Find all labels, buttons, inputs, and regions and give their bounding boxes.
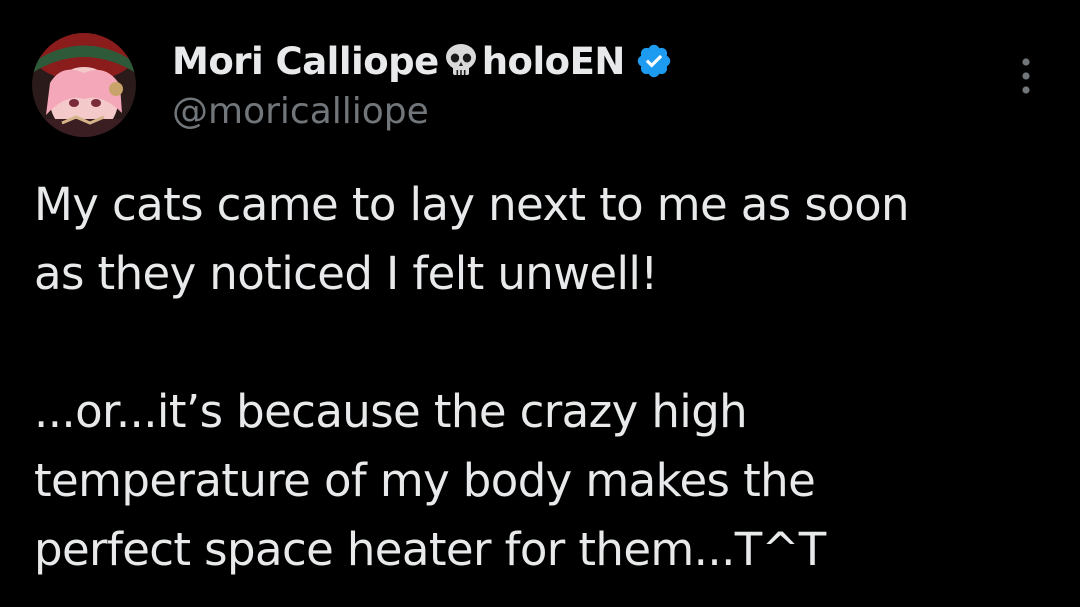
author-name-row: Mori Calliope holoEN xyxy=(172,34,1000,88)
tweet-text: My cats came to lay next to me as soon a… xyxy=(34,170,1044,584)
avatar[interactable] xyxy=(32,33,136,137)
tweet-card: Mori Calliope holoEN @moricalliope My ca… xyxy=(0,0,1080,607)
author-handle[interactable]: @moricalliope xyxy=(172,90,1000,134)
paragraph-break xyxy=(34,308,1044,377)
tweet-text-line: ...or...it’s because the crazy high xyxy=(34,385,748,438)
tweet-header: Mori Calliope holoEN @moricalliope xyxy=(172,34,1000,134)
author-display-name[interactable]: Mori Calliope xyxy=(172,40,439,83)
tweet-text-line: My cats came to lay next to me as soon xyxy=(34,178,910,231)
avatar-image xyxy=(32,33,136,137)
tweet-text-line: perfect space heater for them...T^T xyxy=(34,523,826,576)
tweet-text-line: as they noticed I felt unwell! xyxy=(34,247,658,300)
more-vertical-icon[interactable] xyxy=(1010,52,1042,100)
tweet-text-line: temperature of my body makes the xyxy=(34,454,816,507)
skull-icon xyxy=(442,42,480,80)
author-name-suffix: holoEN xyxy=(481,39,626,83)
verified-badge-icon[interactable] xyxy=(635,42,673,80)
